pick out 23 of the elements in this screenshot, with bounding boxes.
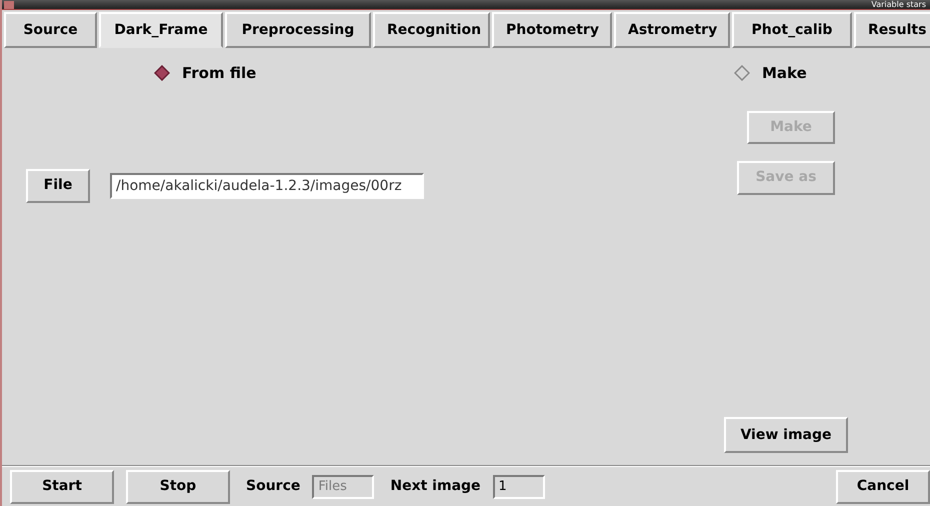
stop-button[interactable]: Stop [126,470,230,504]
tab[interactable]: Preprocessing [225,12,371,48]
tab[interactable]: Dark_Frame [99,12,223,48]
radio-indicator[interactable] [734,65,750,82]
next-image-field[interactable]: 1 [492,474,545,498]
source-label: Source [246,477,300,496]
window-menu-icon[interactable] [4,0,14,8]
tab[interactable]: Recognition [373,12,490,48]
start-button[interactable]: Start [10,470,114,504]
tab[interactable]: Results [854,12,930,48]
next-image-label: Next image [390,477,481,496]
file-path-field[interactable]: /home/akalicki/audela-1.2.3/images/00rz [110,172,424,198]
file-button[interactable]: File [26,168,90,202]
radio-indicator[interactable] [154,65,170,82]
radio-label: From file [182,63,256,84]
tab[interactable]: Photometry [492,12,612,48]
radio-label: Make [762,63,807,84]
window-title: Variable stars [871,0,927,8]
view-image-button[interactable]: View image [724,417,848,453]
tab[interactable]: Source [4,12,97,48]
tab[interactable]: Phot_calib [732,12,852,48]
tab[interactable]: Astrometry [614,12,730,48]
cancel-button[interactable]: Cancel [836,470,930,504]
